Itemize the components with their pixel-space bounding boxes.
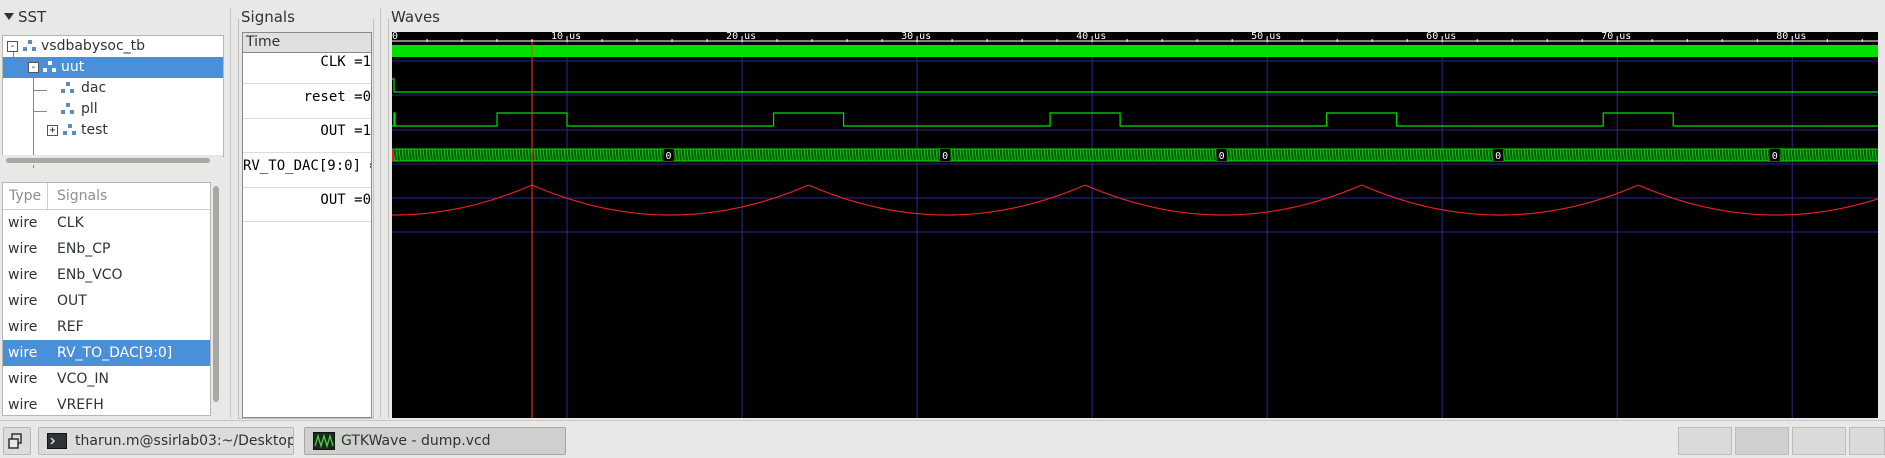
signal-type: wire xyxy=(8,397,38,413)
signal-type: wire xyxy=(8,241,38,257)
time-label: Time xyxy=(246,34,281,50)
signal-name: VREFH xyxy=(57,397,104,413)
signal-type: wire xyxy=(8,345,38,361)
module-icon xyxy=(61,82,75,94)
trace-out-analog xyxy=(392,184,1879,216)
signal-list-row[interactable]: wire ENb_CP xyxy=(3,236,210,262)
tree-item-label: test xyxy=(81,122,108,138)
signal-name: CLK xyxy=(57,215,84,231)
time-axis-label: 30 us xyxy=(901,32,931,42)
bus-value-label: 0 xyxy=(666,151,672,162)
signal-list-row[interactable]: wire VCO_IN xyxy=(3,366,210,392)
scrollbar-thumb[interactable] xyxy=(6,158,210,163)
tree-item-pll[interactable]: pll xyxy=(3,99,223,120)
module-icon xyxy=(43,61,57,73)
bus-value-label: 0 xyxy=(1772,151,1778,162)
time-axis-label: 70 us xyxy=(1601,32,1631,42)
column-header-signals[interactable]: Signals xyxy=(57,188,107,204)
terminal-icon xyxy=(47,433,67,449)
expand-icon[interactable]: + xyxy=(47,125,58,136)
scrollbar-thumb[interactable] xyxy=(213,186,219,402)
time-axis-label: 80 us xyxy=(1776,32,1806,42)
hierarchy-tree[interactable]: - vsdbabysoc_tb - uut dac pll + test xyxy=(2,35,224,168)
time-axis-label: 40 us xyxy=(1076,32,1106,42)
signal-name: VCO_IN xyxy=(57,371,109,387)
taskbar: tharun.m@ssirlab03:~/Desktop/Day... GTKW… xyxy=(0,420,1885,458)
signals-panel[interactable]: Time CLK =1 reset =0 OUT =1 RV_TO_DAC[9:0] … xyxy=(242,32,372,418)
tree-item-label: uut xyxy=(61,59,85,75)
module-icon xyxy=(61,103,75,115)
taskbar-gtkwave-label: GTKWave - dump.vcd xyxy=(341,433,491,449)
gtkwave-icon xyxy=(313,432,335,450)
module-icon xyxy=(23,40,37,52)
workspace-4[interactable] xyxy=(1849,427,1885,455)
time-header: Time xyxy=(243,33,371,53)
signal-trace-name[interactable]: OUT =1 xyxy=(243,121,371,141)
show-desktop-icon xyxy=(8,433,22,449)
show-desktop-button[interactable] xyxy=(3,427,31,455)
waveform-canvas[interactable]: 0 10 us 20 us 30 us 40 us 50 us 60 us 70 us 80 u… xyxy=(392,31,1879,418)
tree-item-label: pll xyxy=(81,101,98,117)
sst-title: SST xyxy=(18,8,47,26)
signal-list-row[interactable]: wire RV_TO_DAC[9:0] xyxy=(3,340,210,366)
collapse-triangle-icon xyxy=(4,13,14,20)
collapse-icon[interactable]: - xyxy=(7,41,18,52)
signal-list-row[interactable]: wire ENb_VCO xyxy=(3,262,210,288)
taskbar-terminal-button[interactable]: tharun.m@ssirlab03:~/Desktop/Day... xyxy=(38,427,294,455)
bus-value-label: 0 xyxy=(1219,151,1225,162)
column-header-type[interactable]: Type xyxy=(9,188,41,204)
sst-expander[interactable]: SST xyxy=(0,5,230,31)
signal-list-row[interactable]: wire OUT xyxy=(3,288,210,314)
time-axis-label: 60 us xyxy=(1426,32,1456,42)
module-icon xyxy=(63,124,77,136)
time-axis-start-label: 0 xyxy=(392,32,398,42)
signal-type: wire xyxy=(8,319,38,335)
signal-name: RV_TO_DAC[9:0] xyxy=(57,345,173,361)
taskbar-terminal-label: tharun.m@ssirlab03:~/Desktop/Day... xyxy=(75,433,293,449)
workspace-3[interactable] xyxy=(1792,427,1846,455)
signal-type: wire xyxy=(8,267,38,283)
signal-trace-name[interactable]: CLK =1 xyxy=(243,52,371,72)
time-axis-label: 10 us xyxy=(551,32,581,42)
tree-item-label: vsdbabysoc_tb xyxy=(41,38,146,54)
signal-name: ENb_CP xyxy=(57,241,111,257)
signal-list[interactable]: Type Signals wire CLK wire ENb_CP wire ENb_VC… xyxy=(2,182,211,416)
time-axis-label: 50 us xyxy=(1251,32,1281,42)
tree-item-uut[interactable]: - uut xyxy=(3,57,223,78)
signal-list-row[interactable]: wire CLK xyxy=(3,210,210,236)
trace-clk xyxy=(392,45,1878,57)
signal-list-scrollbar[interactable] xyxy=(211,182,221,414)
bus-value-label: 0 xyxy=(1495,151,1501,162)
pane-divider[interactable] xyxy=(230,8,231,418)
signal-trace-name[interactable]: OUT =0 xyxy=(243,190,371,210)
tree-item-test[interactable]: + test xyxy=(3,120,223,141)
tree-item-label: dac xyxy=(81,80,107,96)
signal-trace-name[interactable]: reset =0 xyxy=(243,87,371,107)
signal-type: wire xyxy=(8,371,38,387)
signal-name: REF xyxy=(57,319,84,335)
workspace-1[interactable] xyxy=(1678,427,1732,455)
signal-type: wire xyxy=(8,293,38,309)
signal-type: wire xyxy=(8,215,38,231)
workspace-2[interactable] xyxy=(1735,427,1789,455)
pane-divider[interactable] xyxy=(380,8,381,418)
signal-name: ENb_VCO xyxy=(57,267,123,283)
tree-item-vsdbabysoc-tb[interactable]: - vsdbabysoc_tb xyxy=(3,36,223,57)
signal-list-header: Type Signals xyxy=(3,183,210,210)
taskbar-gtkwave-button[interactable]: GTKWave - dump.vcd xyxy=(304,427,566,455)
signal-list-row[interactable]: wire REF xyxy=(3,314,210,340)
collapse-icon[interactable]: - xyxy=(28,62,39,73)
wave-viewer[interactable]: 0 10 us 20 us 30 us 40 us 50 us 60 us 70 us 80 u… xyxy=(392,31,1879,418)
trace-reset xyxy=(392,78,1878,93)
trace-out-digital xyxy=(392,112,1878,127)
time-axis-label: 20 us xyxy=(726,32,756,42)
signal-trace-name[interactable]: RV_TO_DAC[9:0] =9 xyxy=(243,156,371,176)
signal-name: OUT xyxy=(57,293,87,309)
tree-item-dac[interactable]: dac xyxy=(3,78,223,99)
bus-value-label: 0 xyxy=(942,151,948,162)
tree-horizontal-scrollbar[interactable] xyxy=(2,155,222,165)
signal-list-row[interactable]: wire VREFH xyxy=(3,392,210,415)
